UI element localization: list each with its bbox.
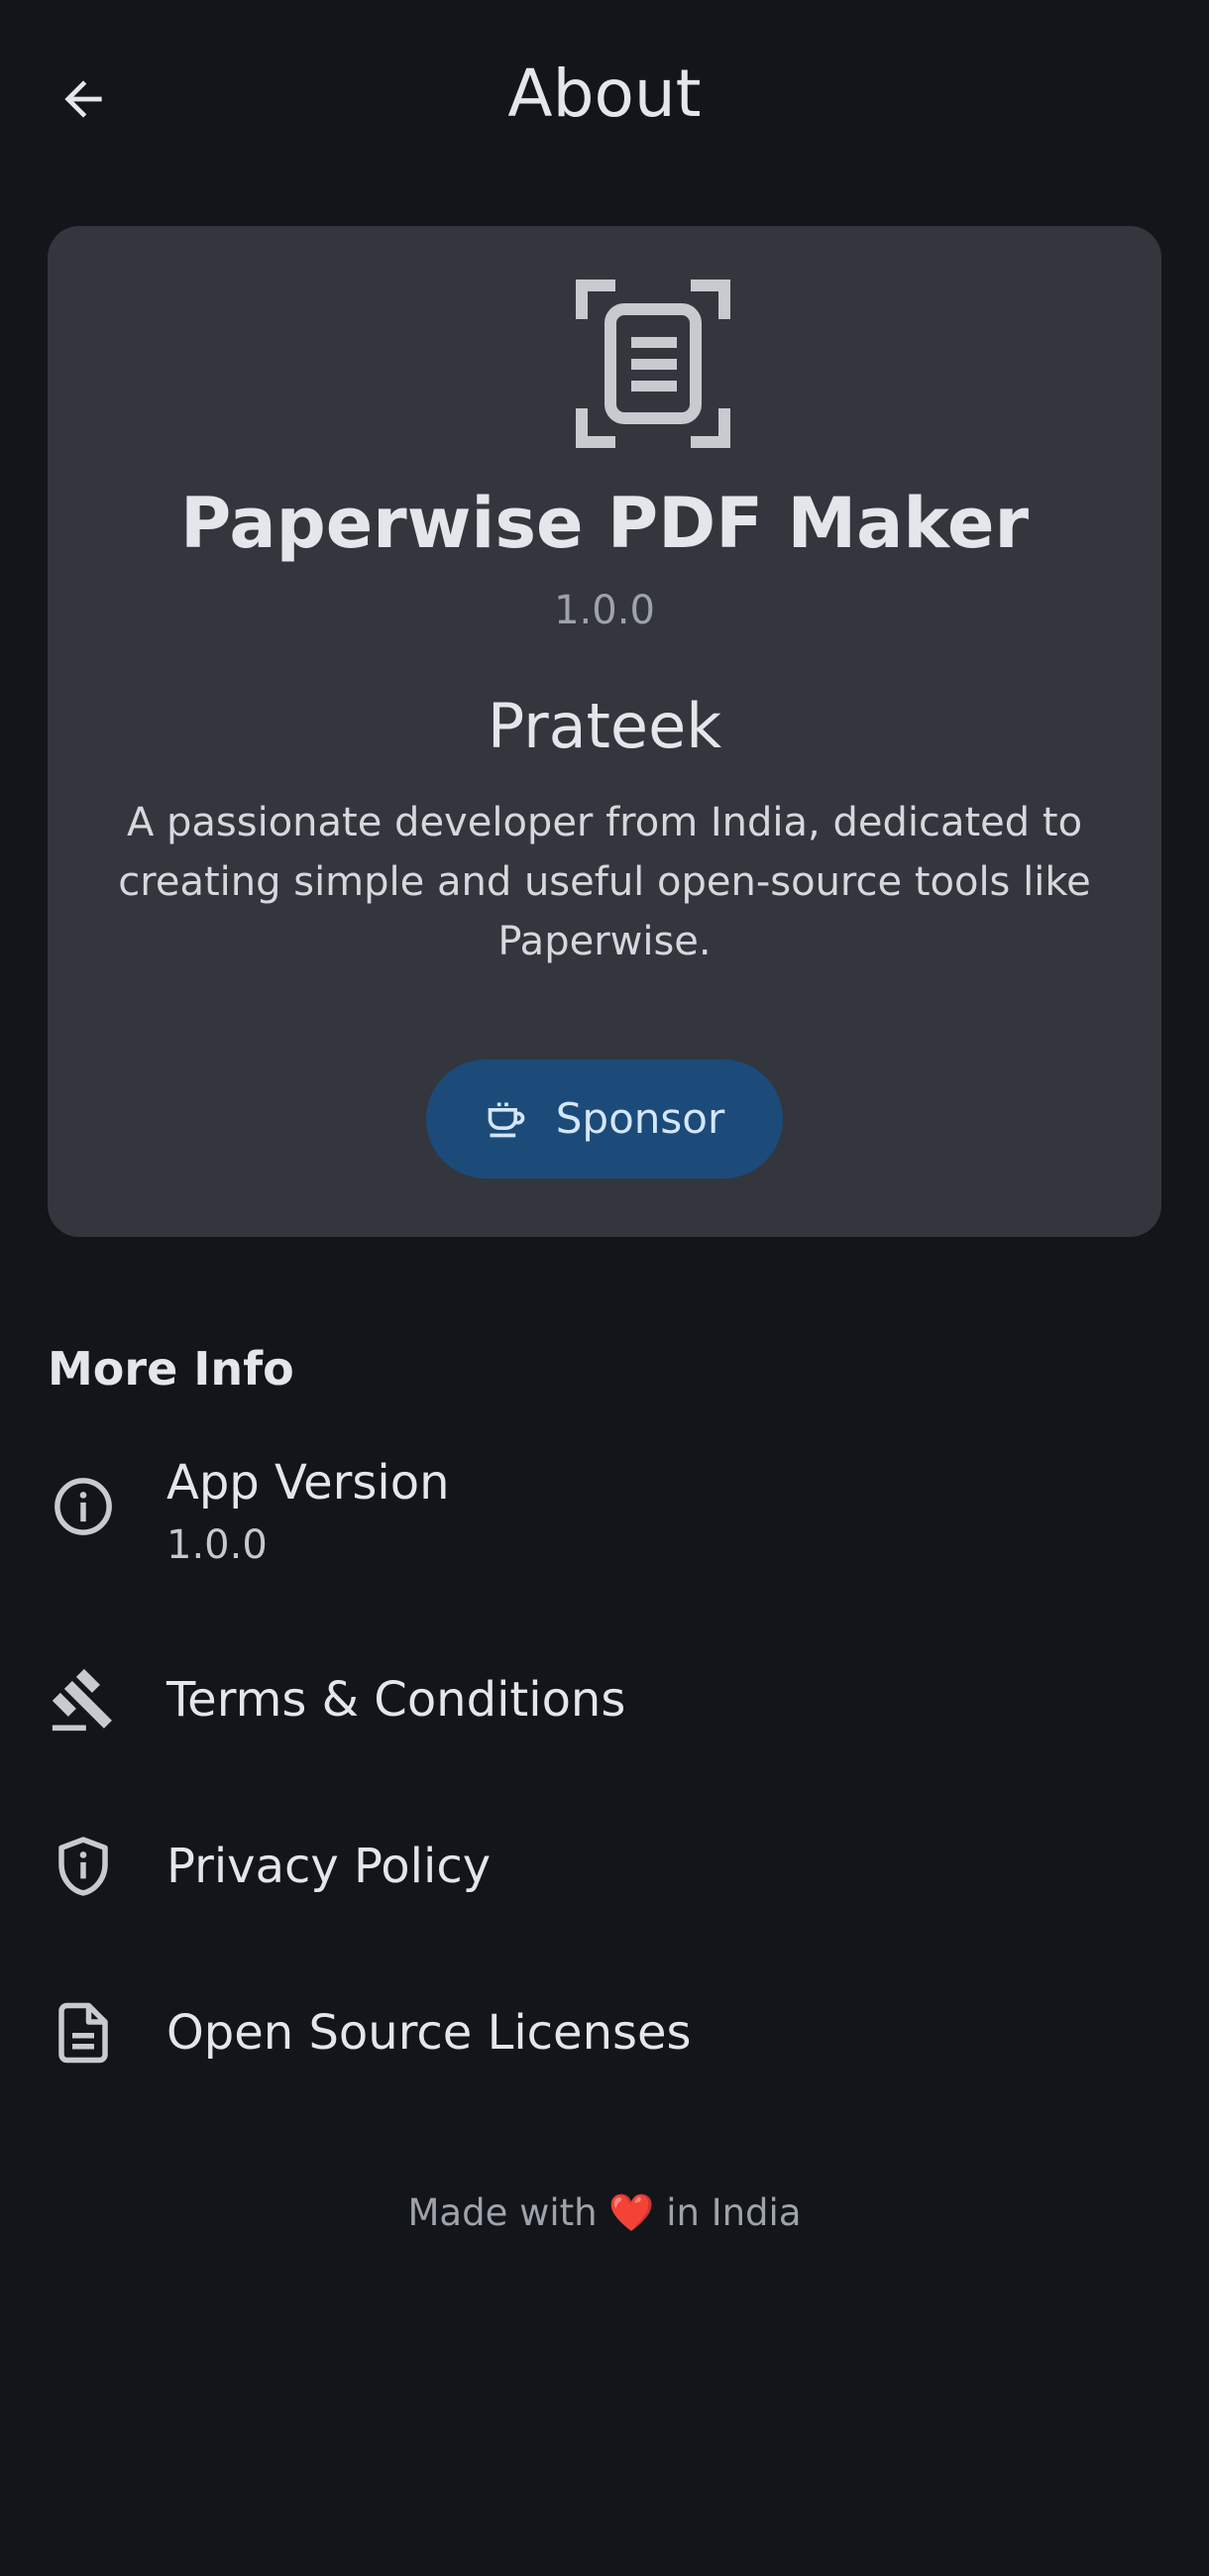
list-item-privacy[interactable]: Privacy Policy	[0, 1812, 1209, 1921]
sponsor-label: Sponsor	[555, 1094, 725, 1143]
shield-icon	[48, 1831, 119, 1902]
sponsor-button[interactable]: Sponsor	[426, 1060, 783, 1178]
privacy-label: Privacy Policy	[166, 1839, 492, 1894]
developer-name: Prateek	[487, 690, 722, 762]
terms-label: Terms & Conditions	[166, 1672, 626, 1728]
document-scanner-icon	[576, 280, 730, 448]
app-version-label: 1.0.0	[554, 588, 655, 633]
top-app-bar: About	[0, 0, 1209, 193]
info-icon	[48, 1471, 119, 1542]
coffee-cup-icon	[488, 1102, 525, 1138]
developer-bio: A passionate developer from India, dedic…	[118, 800, 1091, 964]
page-title: About	[507, 56, 702, 132]
list-item-licenses[interactable]: Open Source Licenses	[0, 1978, 1209, 2087]
section-title-more-info: More Info	[48, 1342, 294, 1396]
about-card: Paperwise PDF Maker 1.0.0 Prateek A pass…	[48, 226, 1161, 1237]
footer-prefix: Made with	[407, 2191, 598, 2234]
licenses-label: Open Source Licenses	[166, 2005, 692, 2061]
app-version-row-value: 1.0.0	[166, 1522, 268, 1568]
list-item-terms[interactable]: Terms & Conditions	[0, 1645, 1209, 1754]
app-version-row-label: App Version	[166, 1455, 450, 1511]
gavel-icon	[48, 1664, 119, 1736]
footer-suffix: in India	[666, 2191, 802, 2234]
app-name: Paperwise PDF Maker	[179, 483, 1030, 564]
heart-icon: ❤️	[608, 2191, 655, 2234]
document-icon	[48, 1997, 119, 2069]
list-item-app-version[interactable]: App Version 1.0.0	[0, 1427, 1209, 1586]
footer-note: Made with ❤️ in India	[0, 2186, 1209, 2240]
